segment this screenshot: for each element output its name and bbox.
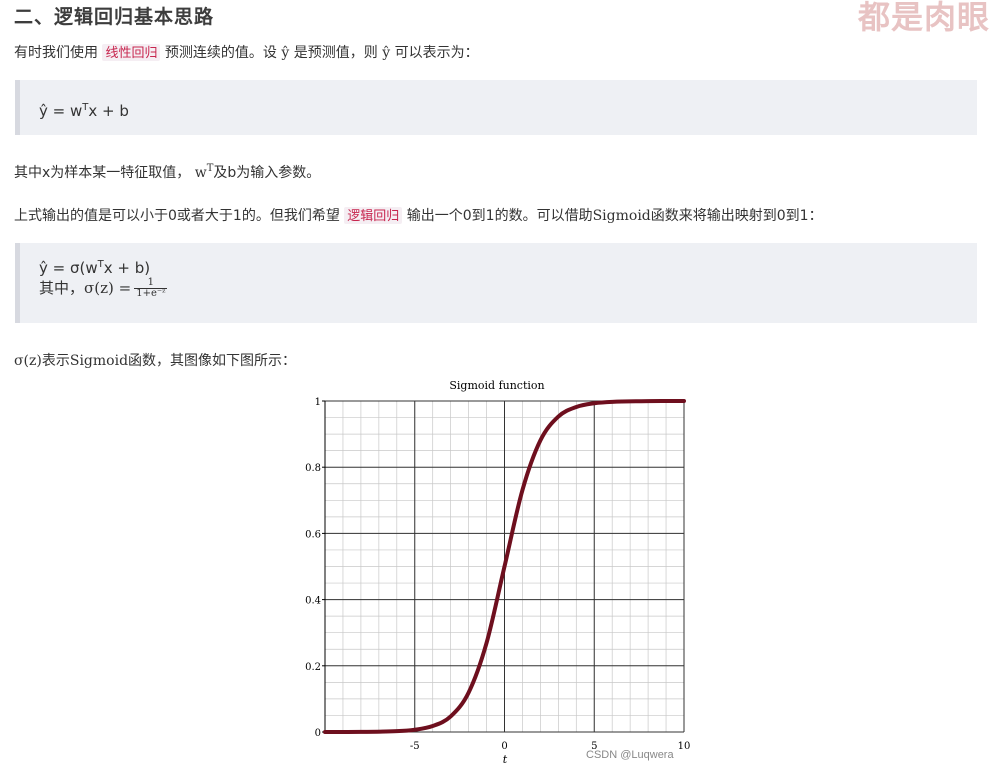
y-tick-label: 0.2: [305, 662, 321, 673]
paragraph-logistic: 上式输出的值是可以小于0或者大于1的。但我们希望 逻辑回归 输出一个0到1的数。…: [14, 207, 823, 224]
watermark-text: 都是肉眼: [857, 0, 990, 36]
sigmoid-chart: Sigmoid function 00.20.40.60.81-5 0 5 10 t: [305, 379, 691, 766]
formula-linear: ŷ = wTx + b: [39, 102, 129, 120]
p1-mid2: 是预测值，则: [293, 45, 378, 61]
section-heading: 二、逻辑回归基本思路: [14, 6, 215, 28]
chart-title: Sigmoid function: [449, 379, 544, 392]
p1-before: 有时我们使用: [14, 45, 98, 61]
formula-block-sigmoid: ŷ = σ(wTx + b) 其中，σ(z) = 1 1+e⁻ᶻ: [15, 243, 977, 323]
paragraph-figure-caption: σ(z)表示Sigmoid函数，其图像如下图所示：: [14, 353, 297, 369]
y-tick-label: 1: [315, 397, 321, 408]
formula-block-linear: ŷ = wTx + b: [15, 80, 977, 135]
y-tick-label: 0.4: [305, 596, 321, 607]
paragraph-params: 其中x为样本某一特征取值， wT及b为输入参数。: [14, 163, 321, 181]
link-linear-regression[interactable]: 线性回归: [102, 44, 161, 61]
x-tick-label: 10: [678, 741, 691, 752]
x-tick-label: -5: [410, 741, 420, 752]
p1-after: 可以表示为：: [394, 45, 479, 61]
y-tick-label: 0.8: [305, 463, 321, 474]
y-tick-label: 0.6: [305, 529, 321, 540]
paragraph-intro: 有时我们使用 线性回归 预测连续的值。设 ŷ 是预测值，则 ŷ 可以表示为：: [14, 42, 479, 62]
y-tick-label: 0: [315, 728, 321, 739]
link-logistic-regression[interactable]: 逻辑回归: [344, 207, 403, 224]
yhat-symbol-2: ŷ: [382, 45, 391, 61]
formula-sigma-definition: 其中，σ(z) = 1 1+e⁻ᶻ: [39, 277, 168, 299]
yhat-symbol: ŷ: [281, 45, 290, 61]
formula-sigmoid: ŷ = σ(wTx + b): [39, 259, 151, 277]
x-axis-label: t: [503, 753, 508, 766]
p1-mid: 预测连续的值。设: [164, 45, 277, 61]
csdn-credit: CSDN @Luqwera: [586, 749, 674, 761]
x-tick-label: 0: [501, 741, 507, 752]
